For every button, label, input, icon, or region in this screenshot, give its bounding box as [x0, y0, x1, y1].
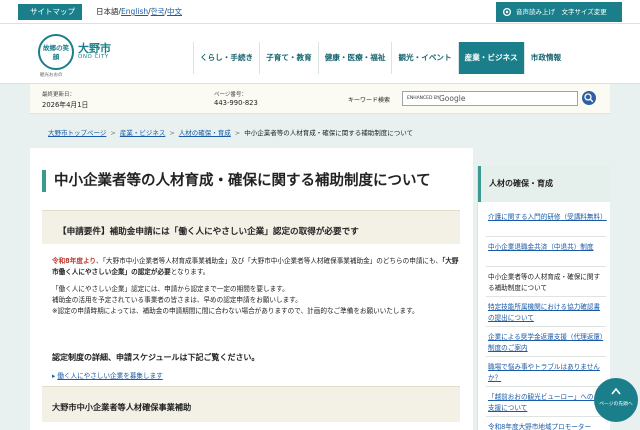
- sidebar-item-promoter[interactable]: 令和8年度大野市地域プロモーター: [488, 422, 606, 430]
- nav-tourism[interactable]: 観光・イベント: [391, 42, 457, 74]
- sidebar-item-retirement-fund[interactable]: 中小企業退職金共済（中退共）制度: [488, 242, 606, 253]
- lang-japanese: 日本語: [96, 7, 119, 16]
- sitemap-button[interactable]: サイトマップ: [18, 4, 82, 20]
- notice-line-3: ※認定の申請時期によっては、補助金の申請期間に間に合わない場合がありますので、計…: [52, 307, 419, 315]
- search-google-label: Google: [439, 94, 466, 103]
- lang-korean-link[interactable]: 한국: [151, 7, 165, 16]
- back-to-top-button[interactable]: ページの先頭へ: [594, 378, 638, 422]
- keyword-search-label: キーワード検索: [348, 97, 391, 104]
- nav-city-info[interactable]: 市政情報: [523, 42, 567, 74]
- sidebar-divider: [486, 236, 606, 237]
- sidebar-divider: [486, 296, 606, 297]
- breadcrumb-home[interactable]: 大野市トップページ: [48, 129, 106, 137]
- highlight-year: 令和8年度より: [52, 257, 97, 265]
- sidebar-divider: [486, 356, 606, 357]
- requirement-paragraph: 令和8年度より、「大野市中小企業者等人材育成事業補助金」及び「大野市中小企業者等…: [52, 256, 462, 278]
- logo-subtext: 観光おおの: [40, 73, 63, 78]
- paragraph-end: となります。: [170, 268, 210, 276]
- voice-font-size-button[interactable]: 音声読み上げ 文字サイズ変更: [496, 2, 622, 22]
- search-enhanced-label: ENHANCED BY: [407, 96, 440, 101]
- breadcrumb-industry[interactable]: 産業・ビジネス: [120, 129, 166, 137]
- nav-childcare[interactable]: 子育て・教育: [259, 42, 318, 74]
- paragraph-text: 、「大野市中小企業者等人材育成事業補助金」及び「大野市中小企業者等人材確保事業補…: [96, 257, 442, 265]
- updated-label: 最終更新日：: [42, 92, 76, 98]
- link-bullet-icon: ▸: [52, 372, 56, 380]
- city-logo-text: 故郷の笑顔: [43, 44, 69, 61]
- sidebar-divider: [486, 326, 606, 327]
- page-number-label: ページ番号：: [214, 92, 247, 98]
- breadcrumb-separator: >: [110, 129, 116, 137]
- sidebar-item-tourism-bureau[interactable]: 「越前おおの観光ビューロー」へのご支援について: [488, 392, 606, 414]
- breadcrumb-hr[interactable]: 人材の確保・育成: [179, 129, 231, 137]
- nav-health[interactable]: 健康・医療・福祉: [317, 42, 392, 74]
- breadcrumb: 大野市トップページ > 産業・ビジネス > 人材の確保・育成 > 中小企業者等の人材育成・確…: [30, 126, 610, 140]
- sidebar: 人材の確保・育成 介護に関する入門的研修（受講料無料） 中小企業退職金共済（中退…: [477, 166, 611, 430]
- requirement-heading: 【申請要件】補助金申請には「働く人にやさしい企業」認定の取得が必要です: [58, 227, 359, 237]
- voice-font-size-label: 音声読み上げ 文字サイズ変更: [516, 8, 607, 16]
- city-logo[interactable]: 故郷の笑顔: [38, 34, 74, 70]
- sidebar-divider: [486, 416, 606, 417]
- main-content: 中小企業者等の人材育成・確保に関する補助制度について 【申請要件】補助金申請には…: [30, 148, 473, 430]
- search-input[interactable]: ENHANCED BY Google: [402, 91, 578, 106]
- sidebar-item-specified-skills[interactable]: 特定技能所属機関における協力確認書の提出について: [488, 302, 606, 324]
- global-nav: くらし・手続き 子育て・教育 健康・医療・福祉 観光・イベント 産業・ビジネス …: [193, 42, 567, 74]
- schedule-heading: 認定制度の詳細、申請スケジュールは下記ご覧ください。: [52, 353, 260, 362]
- page-title: 中小企業者等の人材育成・確保に関する補助制度について: [42, 170, 431, 192]
- notice-line-2: 補助金の活用を予定されている事業者の皆さまは、早めの認定申請をお願いします。: [52, 296, 302, 304]
- sidebar-divider: [486, 266, 606, 267]
- sidebar-item-care-training[interactable]: 介護に関する入門的研修（受講料無料）: [488, 212, 607, 223]
- breadcrumb-current: 中小企業者等の人材育成・確保に関する補助制度について: [244, 129, 414, 137]
- recruit-link[interactable]: ▸ 働く人にやさしい企業を募集します: [52, 370, 163, 380]
- subsidy-section-header: 大野市中小企業者等人材確保事業補助: [42, 386, 460, 422]
- breadcrumb-separator: >: [169, 129, 175, 137]
- language-switcher: 日本語/English/한국/中文: [96, 0, 182, 24]
- arrow-up-icon: [611, 387, 621, 395]
- subsidy-heading: 大野市中小企業者等人材確保事業補助: [52, 402, 192, 412]
- search-icon: [584, 93, 594, 103]
- requirement-box: 【申請要件】補助金申請には「働く人にやさしい企業」認定の取得が必要です: [42, 210, 460, 244]
- recruit-link-text[interactable]: 働く人にやさしい企業を募集します: [57, 372, 163, 380]
- nav-living[interactable]: くらし・手続き: [193, 42, 259, 74]
- search-button[interactable]: [582, 91, 596, 105]
- page-info-bar: 最終更新日： 2026年4月1日 ページ番号： 443-990-823 キーワー…: [30, 84, 610, 114]
- lang-english-link[interactable]: English: [121, 7, 148, 16]
- lang-chinese-link[interactable]: 中文: [167, 7, 182, 16]
- sidebar-item-scholarship[interactable]: 企業による奨学金返還支援（代理返還）制度のご案内: [488, 332, 606, 354]
- sidebar-item-current: 中小企業者等の人材育成・確保に関する補助制度について: [488, 273, 601, 292]
- site-header: 故郷の笑顔 観光おおの 大野市 ONO CITY くらし・手続き 子育て・教育 …: [0, 24, 640, 84]
- notice-paragraph: 「働く人にやさしい企業」認定には、申請から認定まで一定の期間を要します。 補助金…: [52, 284, 462, 317]
- breadcrumb-separator: >: [234, 129, 241, 137]
- page-number: 443-990-823: [214, 99, 258, 107]
- back-to-top-label: ページの先頭へ: [599, 402, 633, 407]
- top-utility-bar: サイトマップ 日本語/English/한국/中文 音声読み上げ 文字サイズ変更: [0, 0, 640, 24]
- sidebar-item-workplace-trouble[interactable]: 職場で悩み事やトラブルはありませんか？: [488, 362, 606, 384]
- settings-icon: [502, 7, 512, 17]
- updated-date: 2026年4月1日: [42, 101, 89, 109]
- city-name-en: ONO CITY: [78, 54, 109, 60]
- nav-industry[interactable]: 産業・ビジネス: [457, 42, 524, 74]
- sidebar-heading: 人材の確保・育成: [478, 166, 611, 202]
- sidebar-divider: [486, 386, 606, 387]
- notice-line-1: 「働く人にやさしい企業」認定には、申請から認定まで一定の期間を要します。: [52, 285, 289, 293]
